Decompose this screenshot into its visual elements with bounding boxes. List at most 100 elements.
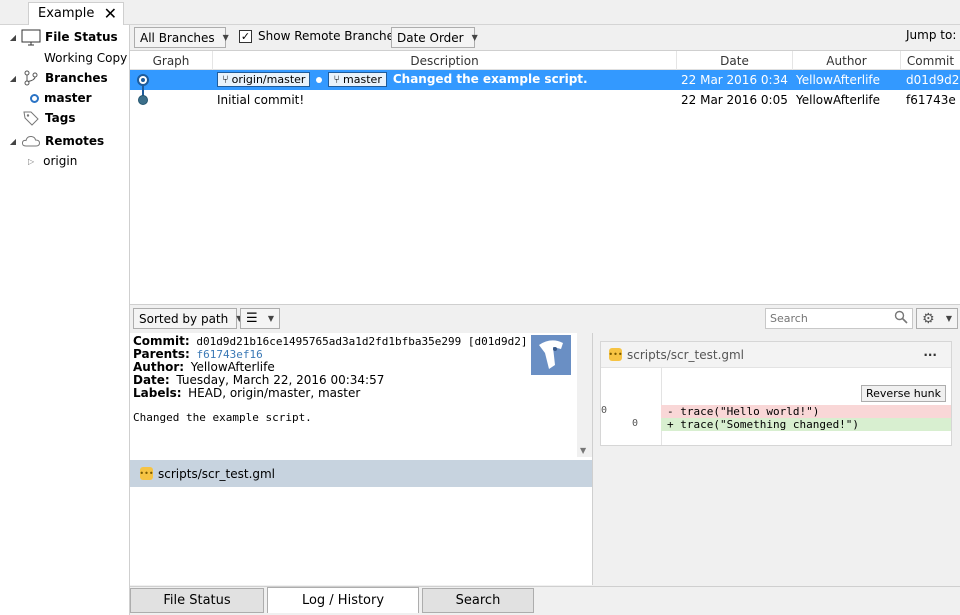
changed-file-path: scripts/scr_test.gml — [158, 466, 276, 481]
close-icon[interactable]: ✕ — [104, 4, 117, 23]
branches-select[interactable]: All Branches ▼ — [134, 27, 229, 48]
monitor-icon — [20, 28, 42, 46]
current-branch-icon — [30, 93, 39, 103]
repo-tab-label: Example — [38, 6, 95, 21]
repo-tab-strip: Example ✕ — [0, 0, 960, 26]
column-header-commit[interactable]: Commit — [901, 51, 960, 70]
sidebar-item-label: origin — [43, 154, 78, 168]
repo-tab-example[interactable]: Example ✕ — [28, 2, 124, 26]
sidebar-label-tags: Tags — [45, 111, 76, 125]
commit-info: Commit: d01d9d21b16ce1495765ad3a1d2fd1bf… — [130, 333, 577, 457]
graph-cell — [130, 70, 213, 90]
modified-file-icon: ••• — [608, 348, 623, 361]
sidebar-section-remotes[interactable]: ◢ Remotes — [0, 131, 104, 151]
sidebar: ◢ File Status Working Copy ◢ Branches ma… — [0, 25, 130, 615]
view-mode-select[interactable]: ☰ ▼ — [240, 308, 280, 329]
chevron-down-icon: ▼ — [471, 33, 478, 42]
settings-button[interactable]: ⚙ ▼ — [916, 308, 958, 329]
sidebar-item-label: master — [44, 91, 92, 105]
sidebar-item-master[interactable]: master — [30, 88, 92, 108]
sidebar-label-branches: Branches — [45, 71, 108, 85]
expand-triangle-icon[interactable]: ◢ — [6, 137, 20, 146]
remote-branch-label-text: origin/master — [231, 73, 306, 86]
collapsed-triangle-icon[interactable]: ▷ — [28, 157, 34, 166]
avatar — [531, 335, 571, 375]
column-header-description[interactable]: Description — [213, 51, 677, 70]
reverse-hunk-button[interactable]: Reverse hunk — [861, 385, 946, 402]
commit-log-table: Graph Description Date Author Commit ⑂ or… — [130, 50, 960, 305]
tab-search[interactable]: Search — [422, 588, 534, 613]
show-remote-branches-checkbox[interactable]: ✓ Show Remote Branches — [239, 29, 400, 43]
expand-triangle-icon[interactable]: ◢ — [6, 74, 20, 83]
pane-splitter[interactable] — [592, 333, 593, 585]
table-header: Graph Description Date Author Commit — [130, 51, 960, 70]
parents-key: Parents: — [133, 347, 190, 361]
table-row[interactable]: ⑂ origin/master ⑂ master Changed the example… — [130, 70, 960, 90]
chevron-down-icon: ▼ — [267, 314, 274, 323]
old-line-number: 0 — [601, 405, 608, 416]
tag-icon — [20, 109, 42, 127]
list-icon: ☰ — [246, 311, 258, 326]
sort-select[interactable]: Sorted by path▼ — [133, 308, 242, 329]
author-cell: YellowAfterlife — [796, 73, 881, 87]
chevron-down-icon: ▼ — [222, 33, 229, 42]
search-box[interactable] — [765, 308, 913, 329]
commit-hash-cell: f61743e — [906, 93, 956, 107]
cloud-icon — [20, 132, 42, 150]
jump-to-label: Jump to: — [906, 28, 957, 42]
diff-header: ••• scripts/scr_test.gml ··· — [601, 342, 951, 368]
checkbox-check-icon: ✓ — [239, 29, 252, 43]
order-select-value: Date Order — [397, 30, 464, 45]
diff-panel: ••• scripts/scr_test.gml ··· Reverse hun… — [600, 341, 952, 446]
sidebar-item-label: Working Copy — [44, 51, 128, 65]
column-header-graph[interactable]: Graph — [130, 51, 213, 70]
author-key: Author: — [133, 360, 185, 374]
bottom-tab-bar: File Status Log / History Search — [130, 586, 960, 615]
diff-file-path: scripts/scr_test.gml — [627, 347, 745, 362]
search-icon[interactable] — [894, 310, 908, 327]
vertical-scrollbar[interactable]: ▼ — [577, 333, 592, 457]
modified-file-icon: ••• — [139, 467, 154, 480]
more-options-icon[interactable]: ··· — [923, 348, 937, 362]
search-input[interactable] — [766, 309, 886, 328]
column-header-date[interactable]: Date — [677, 51, 793, 70]
remote-branch-label[interactable]: ⑂ origin/master — [217, 72, 311, 87]
description-cell: ⑂ origin/master ⑂ master Changed the example… — [217, 70, 677, 90]
changed-file-item[interactable]: ••• scripts/scr_test.gml — [130, 460, 592, 487]
column-header-author[interactable]: Author — [793, 51, 901, 70]
author-cell: YellowAfterlife — [796, 93, 881, 107]
branch-icon: ⑂ — [222, 73, 229, 86]
date-key: Date: — [133, 373, 170, 387]
author-value: YellowAfterlife — [190, 360, 275, 374]
sidebar-section-file-status[interactable]: ◢ File Status — [0, 27, 118, 47]
local-branch-label[interactable]: ⑂ master — [328, 72, 387, 87]
order-select[interactable]: Date Order ▼ — [391, 27, 478, 48]
commit-message: Changed the example script. — [392, 72, 588, 86]
commit-key: Commit: — [133, 334, 190, 348]
commit-value: d01d9d21b16ce1495765ad3a1d2fd1bfba35e299… — [196, 335, 528, 348]
tab-file-status[interactable]: File Status — [130, 588, 264, 613]
sidebar-item-origin[interactable]: ▷ origin — [28, 151, 77, 171]
sidebar-label-remotes: Remotes — [45, 134, 105, 148]
expand-triangle-icon[interactable]: ◢ — [6, 33, 20, 42]
head-dot-icon — [316, 76, 323, 83]
branch-icon — [20, 69, 42, 87]
diff-line-added: + trace("Something changed!") — [661, 418, 951, 431]
date-cell: 22 Mar 2016 0:05 — [681, 93, 788, 107]
commit-details-panel: Commit: d01d9d21b16ce1495765ad3a1d2fd1bf… — [130, 333, 592, 585]
tab-log-history[interactable]: Log / History — [267, 587, 419, 613]
sidebar-section-tags[interactable]: Tags — [20, 108, 75, 128]
sidebar-section-branches[interactable]: ◢ Branches — [0, 68, 108, 88]
sidebar-item-working-copy[interactable]: Working Copy — [44, 48, 127, 68]
scroll-down-arrow-icon[interactable]: ▼ — [580, 446, 586, 455]
branch-icon: ⑂ — [333, 73, 341, 86]
gear-icon: ⚙ — [922, 310, 935, 327]
sort-select-value: Sorted by path — [139, 311, 229, 326]
local-branch-label-text: master — [343, 73, 382, 86]
commit-hash-cell: d01d9d2 — [906, 73, 960, 87]
show-remote-branches-label: Show Remote Branches — [258, 29, 401, 43]
diff-line-removed: - trace("Hello world!") — [661, 405, 951, 418]
commit-message-body: Changed the example script. — [133, 411, 312, 424]
table-row[interactable]: Initial commit! 22 Mar 2016 0:05 YellowA… — [130, 90, 960, 110]
new-line-number: 0 — [632, 418, 639, 429]
